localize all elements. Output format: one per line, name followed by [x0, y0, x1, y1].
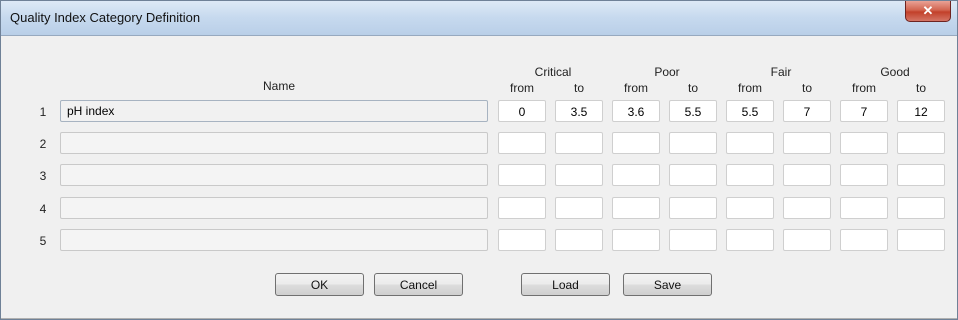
load-button[interactable]: Load	[521, 273, 610, 296]
good-from-input[interactable]	[840, 164, 888, 186]
row-name-input[interactable]	[60, 229, 488, 251]
critical-from-input[interactable]	[498, 229, 546, 251]
poor-from-input[interactable]	[612, 229, 660, 251]
save-button[interactable]: Save	[623, 273, 712, 296]
good-to-header: to	[915, 81, 926, 95]
title-bar[interactable]: Quality Index Category Definition ✕	[1, 1, 957, 36]
fair-from-input[interactable]	[726, 132, 774, 154]
fair-to-header: to	[801, 81, 812, 95]
row-number: 3	[39, 169, 47, 183]
poor-from-input[interactable]	[612, 164, 660, 186]
cancel-button[interactable]: Cancel	[374, 273, 463, 296]
row-number: 1	[39, 105, 47, 119]
good-to-input[interactable]	[897, 164, 945, 186]
good-from-header: from	[852, 81, 876, 95]
poor-from-input[interactable]: 3.6	[612, 100, 660, 122]
row-name-input[interactable]	[60, 132, 488, 154]
fair-from-input[interactable]	[726, 229, 774, 251]
dialog-body: Name Critical Poor Fair Good from to fro…	[9, 36, 949, 309]
critical-to-input[interactable]	[555, 229, 603, 251]
good-header: Good	[880, 65, 910, 79]
fair-to-input[interactable]	[783, 132, 831, 154]
window-title: Quality Index Category Definition	[10, 10, 201, 25]
poor-to-input[interactable]	[669, 164, 717, 186]
row-number: 5	[39, 234, 47, 248]
fair-from-input[interactable]: 5.5	[726, 100, 774, 122]
critical-to-input[interactable]	[555, 164, 603, 186]
fair-to-input[interactable]: 7	[783, 100, 831, 122]
good-to-input[interactable]: 12	[897, 100, 945, 122]
fair-to-input[interactable]	[783, 197, 831, 219]
critical-to-input[interactable]	[555, 197, 603, 219]
poor-from-header: from	[624, 81, 648, 95]
critical-from-input[interactable]	[498, 132, 546, 154]
row-name-input[interactable]	[60, 197, 488, 219]
poor-to-input[interactable]	[669, 132, 717, 154]
fair-from-header: from	[738, 81, 762, 95]
critical-to-header: to	[573, 81, 584, 95]
fair-to-input[interactable]	[783, 164, 831, 186]
critical-from-input[interactable]	[498, 164, 546, 186]
good-to-input[interactable]	[897, 229, 945, 251]
row-number: 2	[39, 137, 47, 151]
poor-from-input[interactable]	[612, 132, 660, 154]
good-to-input[interactable]	[897, 132, 945, 154]
name-column-header: Name	[262, 79, 295, 93]
poor-to-header: to	[687, 81, 698, 95]
critical-header: Critical	[534, 65, 572, 79]
good-from-input[interactable]	[840, 132, 888, 154]
row-name-input[interactable]: pH index	[60, 100, 488, 122]
dialog-bottom-border	[1, 318, 957, 319]
quality-index-dialog: Quality Index Category Definition ✕ Name…	[0, 0, 958, 320]
row-number: 4	[39, 202, 47, 216]
fair-from-input[interactable]	[726, 197, 774, 219]
row-name-input[interactable]	[60, 164, 488, 186]
close-button[interactable]: ✕	[905, 1, 951, 22]
good-from-input[interactable]	[840, 229, 888, 251]
poor-to-input[interactable]	[669, 229, 717, 251]
poor-to-input[interactable]	[669, 197, 717, 219]
poor-to-input[interactable]: 5.5	[669, 100, 717, 122]
good-to-input[interactable]	[897, 197, 945, 219]
ok-button[interactable]: OK	[275, 273, 364, 296]
critical-from-header: from	[510, 81, 534, 95]
fair-from-input[interactable]	[726, 164, 774, 186]
critical-from-input[interactable]: 0	[498, 100, 546, 122]
poor-from-input[interactable]	[612, 197, 660, 219]
critical-to-input[interactable]: 3.5	[555, 100, 603, 122]
good-from-input[interactable]	[840, 197, 888, 219]
critical-from-input[interactable]	[498, 197, 546, 219]
critical-to-input[interactable]	[555, 132, 603, 154]
fair-to-input[interactable]	[783, 229, 831, 251]
fair-header: Fair	[770, 65, 792, 79]
close-icon: ✕	[922, 3, 934, 18]
poor-header: Poor	[654, 65, 680, 79]
good-from-input[interactable]: 7	[840, 100, 888, 122]
